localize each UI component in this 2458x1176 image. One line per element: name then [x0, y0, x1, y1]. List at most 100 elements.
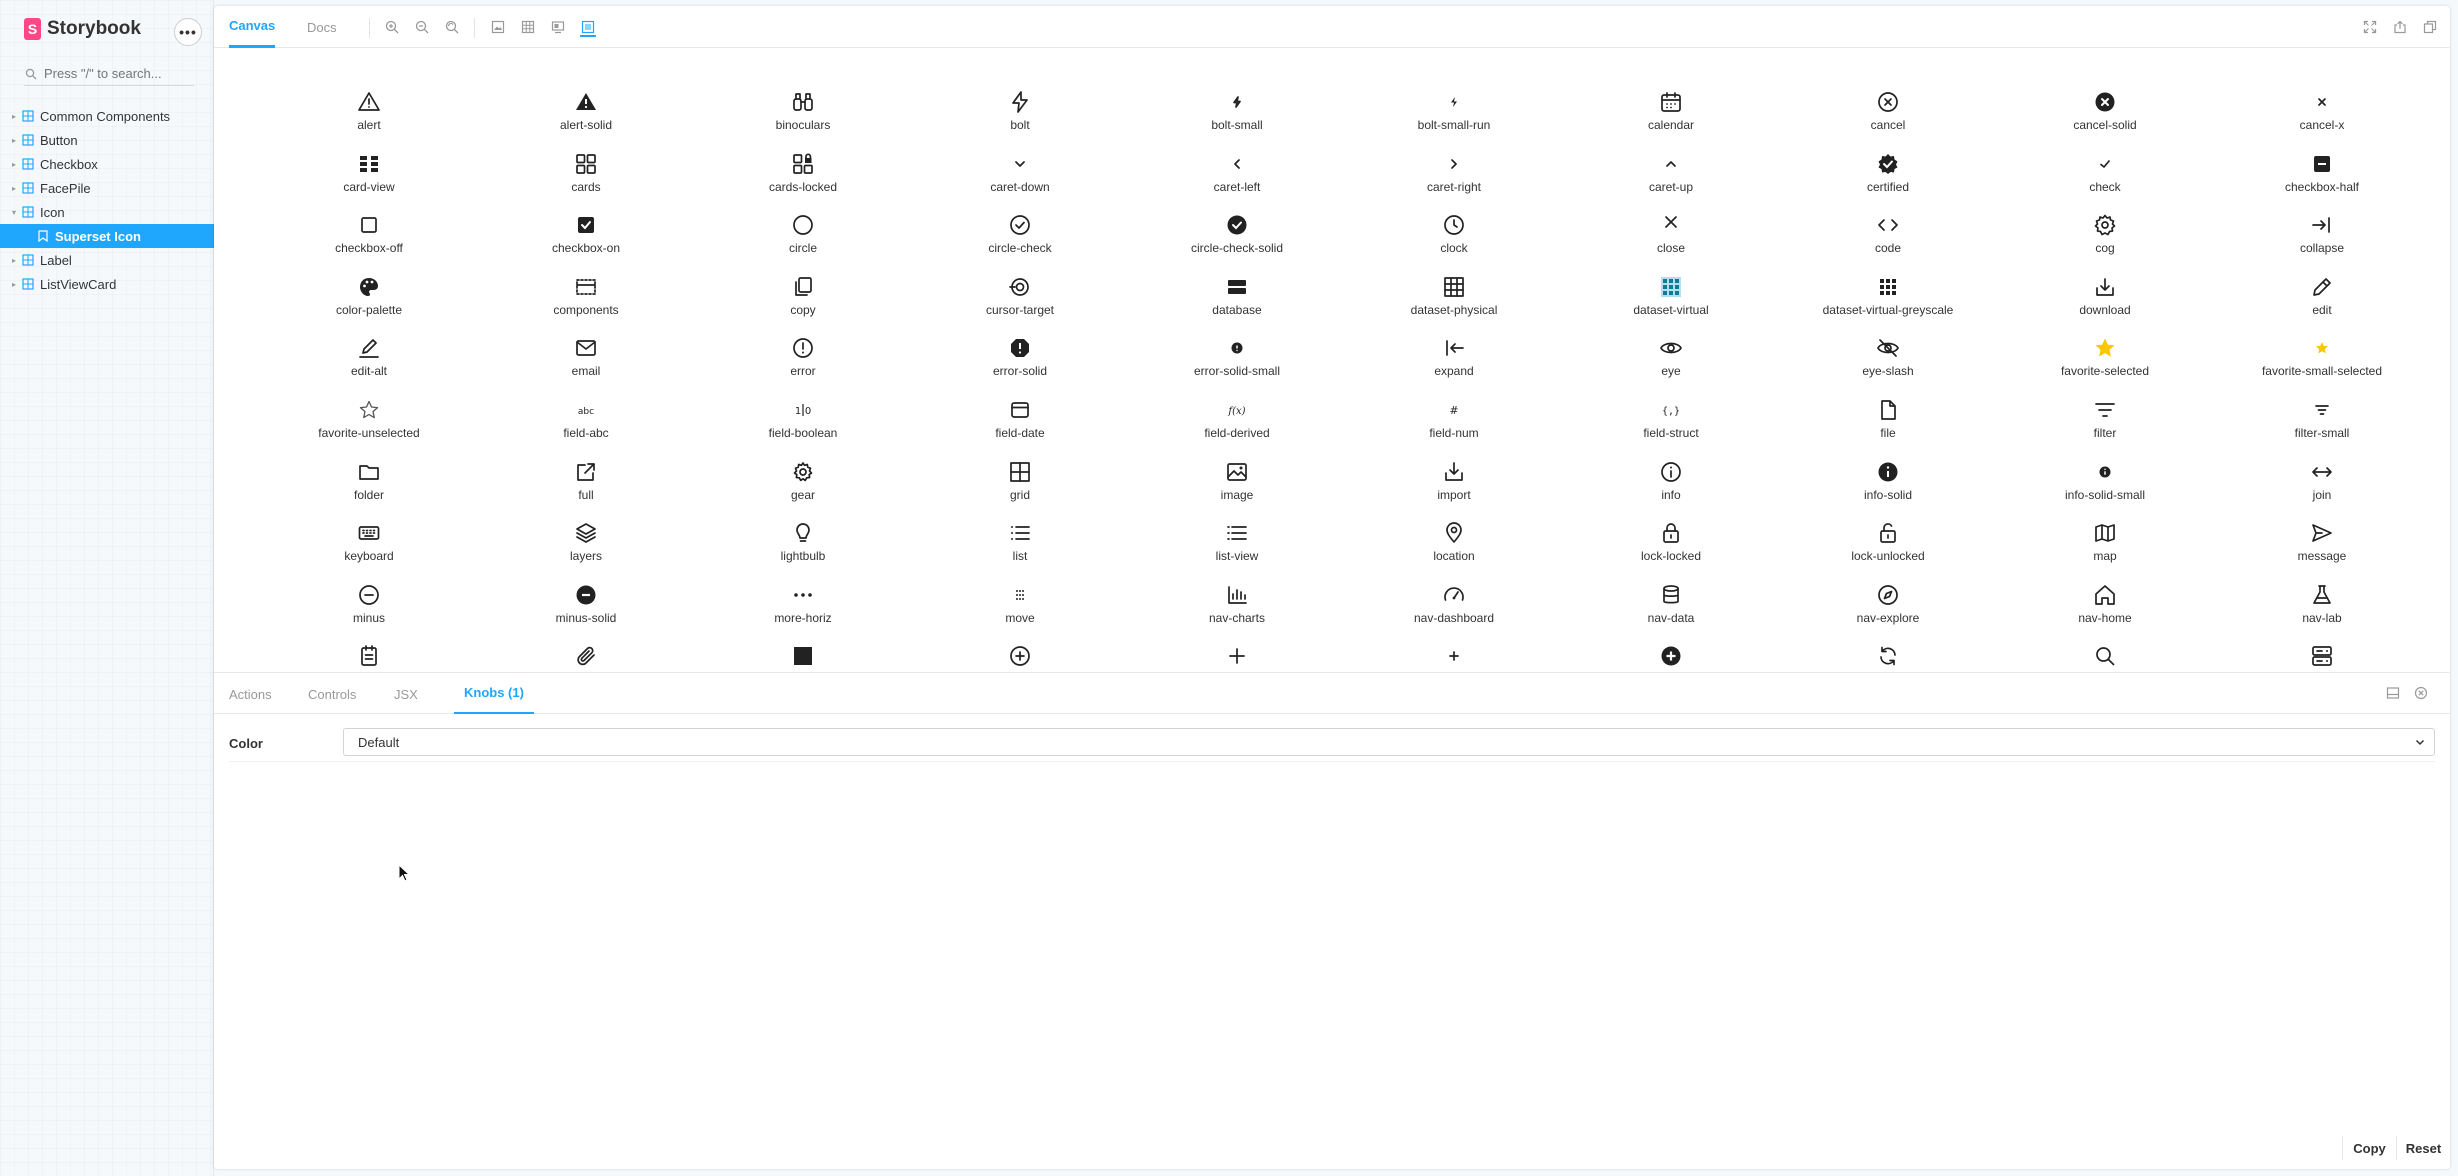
icon-cell-edit-alt: edit-alt [269, 330, 469, 392]
storybook-logo: S [24, 18, 41, 40]
background-icon[interactable] [490, 19, 506, 35]
favorite-unselected-icon [359, 400, 379, 419]
icon-cell-cancel-x: cancel-x [2222, 84, 2422, 146]
sidebar-item-facepile[interactable]: ▸ FacePile [0, 176, 214, 200]
gear-icon [793, 461, 813, 481]
bolt-icon [1012, 91, 1028, 113]
icon-name-label: error [790, 364, 816, 379]
icon-cell-card-view: card-view [269, 146, 469, 208]
sidebar: S Storybook ••• ▸ Common Components▸ But… [0, 0, 214, 1176]
tab-jsx[interactable]: JSX [394, 673, 418, 715]
icon-cell-components: components [486, 269, 686, 331]
viewport-icon[interactable] [550, 19, 566, 35]
mouse-cursor-icon [398, 864, 411, 882]
tab-actions[interactable]: Actions [229, 673, 272, 715]
fullscreen-icon[interactable] [2362, 19, 2378, 35]
icon-cell-circle: circle [703, 207, 903, 269]
sidebar-item-superset-icon[interactable]: Superset Icon [0, 224, 214, 248]
location-icon [1446, 522, 1462, 544]
sidebar-item-button[interactable]: ▸ Button [0, 128, 214, 152]
icon-name-label: edit-alt [350, 364, 388, 379]
field-derived-icon: f(x) [1227, 406, 1245, 417]
icon-cell-cancel-solid: cancel-solid [2005, 84, 2205, 146]
storybook-brand[interactable]: S Storybook [24, 16, 141, 42]
sidebar-item-icon[interactable]: ▾ Icon [0, 200, 214, 224]
icon-cell-partial [2005, 638, 2205, 672]
icon-cell-calendar: calendar [1571, 84, 1771, 146]
sidebar-item-label: Checkbox [40, 156, 98, 172]
icon-name-label: filter [2093, 426, 2117, 440]
nav-explore-icon [1878, 584, 1898, 605]
sidebar-item-checkbox[interactable]: ▸ Checkbox [0, 152, 214, 176]
sidebar-item-common-components[interactable]: ▸ Common Components [0, 104, 214, 128]
color-select[interactable]: Default [343, 728, 2435, 756]
icon-name-label: close [1656, 241, 1685, 256]
database-icon [1228, 279, 1246, 294]
icon-cell-caret-right: caret-right [1354, 146, 1554, 208]
caret-left-icon [1234, 158, 1240, 169]
icon-cell-bolt-small: bolt-small [1137, 84, 1337, 146]
icon-name-label: edit [2312, 302, 2332, 317]
share-icon[interactable] [2392, 19, 2408, 35]
icon-name-label: cog [2095, 241, 2115, 256]
refresh-icon [1880, 647, 1896, 666]
icon-name-label: field-abc [563, 426, 609, 440]
sidebar-item-listviewcard[interactable]: ▸ ListViewCard [0, 272, 214, 296]
map-icon [2095, 524, 2115, 543]
sidebar-menu-button[interactable]: ••• [174, 18, 202, 46]
chevron-right-icon: ▸ [12, 135, 17, 145]
icon-cell-nav-data: nav-data [1571, 577, 1771, 639]
icon-cell-message: message [2222, 515, 2422, 577]
icon-cell-caret-up: caret-up [1571, 146, 1771, 208]
zoom-out-icon[interactable] [414, 19, 430, 35]
icon-cell-cog: cog [2005, 207, 2205, 269]
eye-icon [1660, 343, 1682, 354]
caret-right-icon [1451, 158, 1457, 169]
filter-icon [2095, 403, 2115, 417]
tab-canvas[interactable]: Canvas [229, 6, 276, 48]
zoom-in-icon[interactable] [384, 19, 400, 35]
icon-cell-nav-explore: nav-explore [1788, 577, 1988, 639]
icon-name-label: field-struct [1643, 426, 1699, 440]
grid-icon[interactable] [520, 19, 536, 35]
close-icon [1665, 216, 1677, 229]
tab-docs[interactable]: Docs [307, 6, 337, 48]
icon-name-label: components [553, 302, 619, 317]
icon-name-label: file [1880, 426, 1896, 440]
reset-button[interactable]: Reset [2396, 1136, 2450, 1160]
message-icon [2312, 524, 2332, 543]
icon-name-label: nav-dashboard [1413, 610, 1495, 625]
panel-layout-icon[interactable] [2386, 686, 2402, 702]
icon-name-label: list-view [1215, 549, 1259, 564]
icon-canvas: alert alert-solid binoculars bolt bolt-s… [214, 48, 2450, 672]
copy-icon [795, 276, 812, 296]
icon-name-label: cards-locked [768, 179, 838, 194]
copy-button[interactable]: Copy [2342, 1136, 2396, 1160]
field-struct-icon: {,} [1662, 406, 1680, 417]
cards-icon [576, 153, 596, 174]
icon-cell-filter-small: filter-small [2222, 392, 2422, 454]
outline-icon[interactable] [580, 19, 596, 37]
search-input[interactable] [44, 62, 189, 85]
icon-cell-image: image [1137, 454, 1337, 516]
close-panel-icon[interactable] [2414, 686, 2430, 702]
icon-cell-partial [920, 638, 1120, 672]
icon-name-label: eye-slash [1862, 364, 1914, 379]
icon-cell-checkbox-off: checkbox-off [269, 207, 469, 269]
zoom-reset-icon[interactable] [444, 19, 460, 35]
copy-link-icon[interactable] [2422, 19, 2438, 35]
tab-knobs[interactable]: Knobs (1) [454, 673, 534, 715]
sidebar-item-label[interactable]: ▸ Label [0, 248, 214, 272]
icon-cell-dataset-virtual-greyscale: dataset-virtual-greyscale [1788, 269, 1988, 331]
icon-cell-partial [269, 638, 469, 672]
icon-cell-color-palette: color-palette [269, 269, 469, 331]
icon-name-label: bolt [1010, 118, 1030, 132]
icon-cell-close: close [1571, 207, 1771, 269]
icon-cell-partial [1354, 638, 1554, 672]
icon-cell-join: join [2222, 454, 2422, 516]
icon-name-label: caret-left [1213, 179, 1261, 194]
icon-name-label: circle [788, 241, 817, 256]
icon-cell-more-horiz: more-horiz [703, 577, 903, 639]
tab-controls[interactable]: Controls [308, 673, 356, 715]
icon-name-label: cancel-solid [2073, 118, 2137, 132]
